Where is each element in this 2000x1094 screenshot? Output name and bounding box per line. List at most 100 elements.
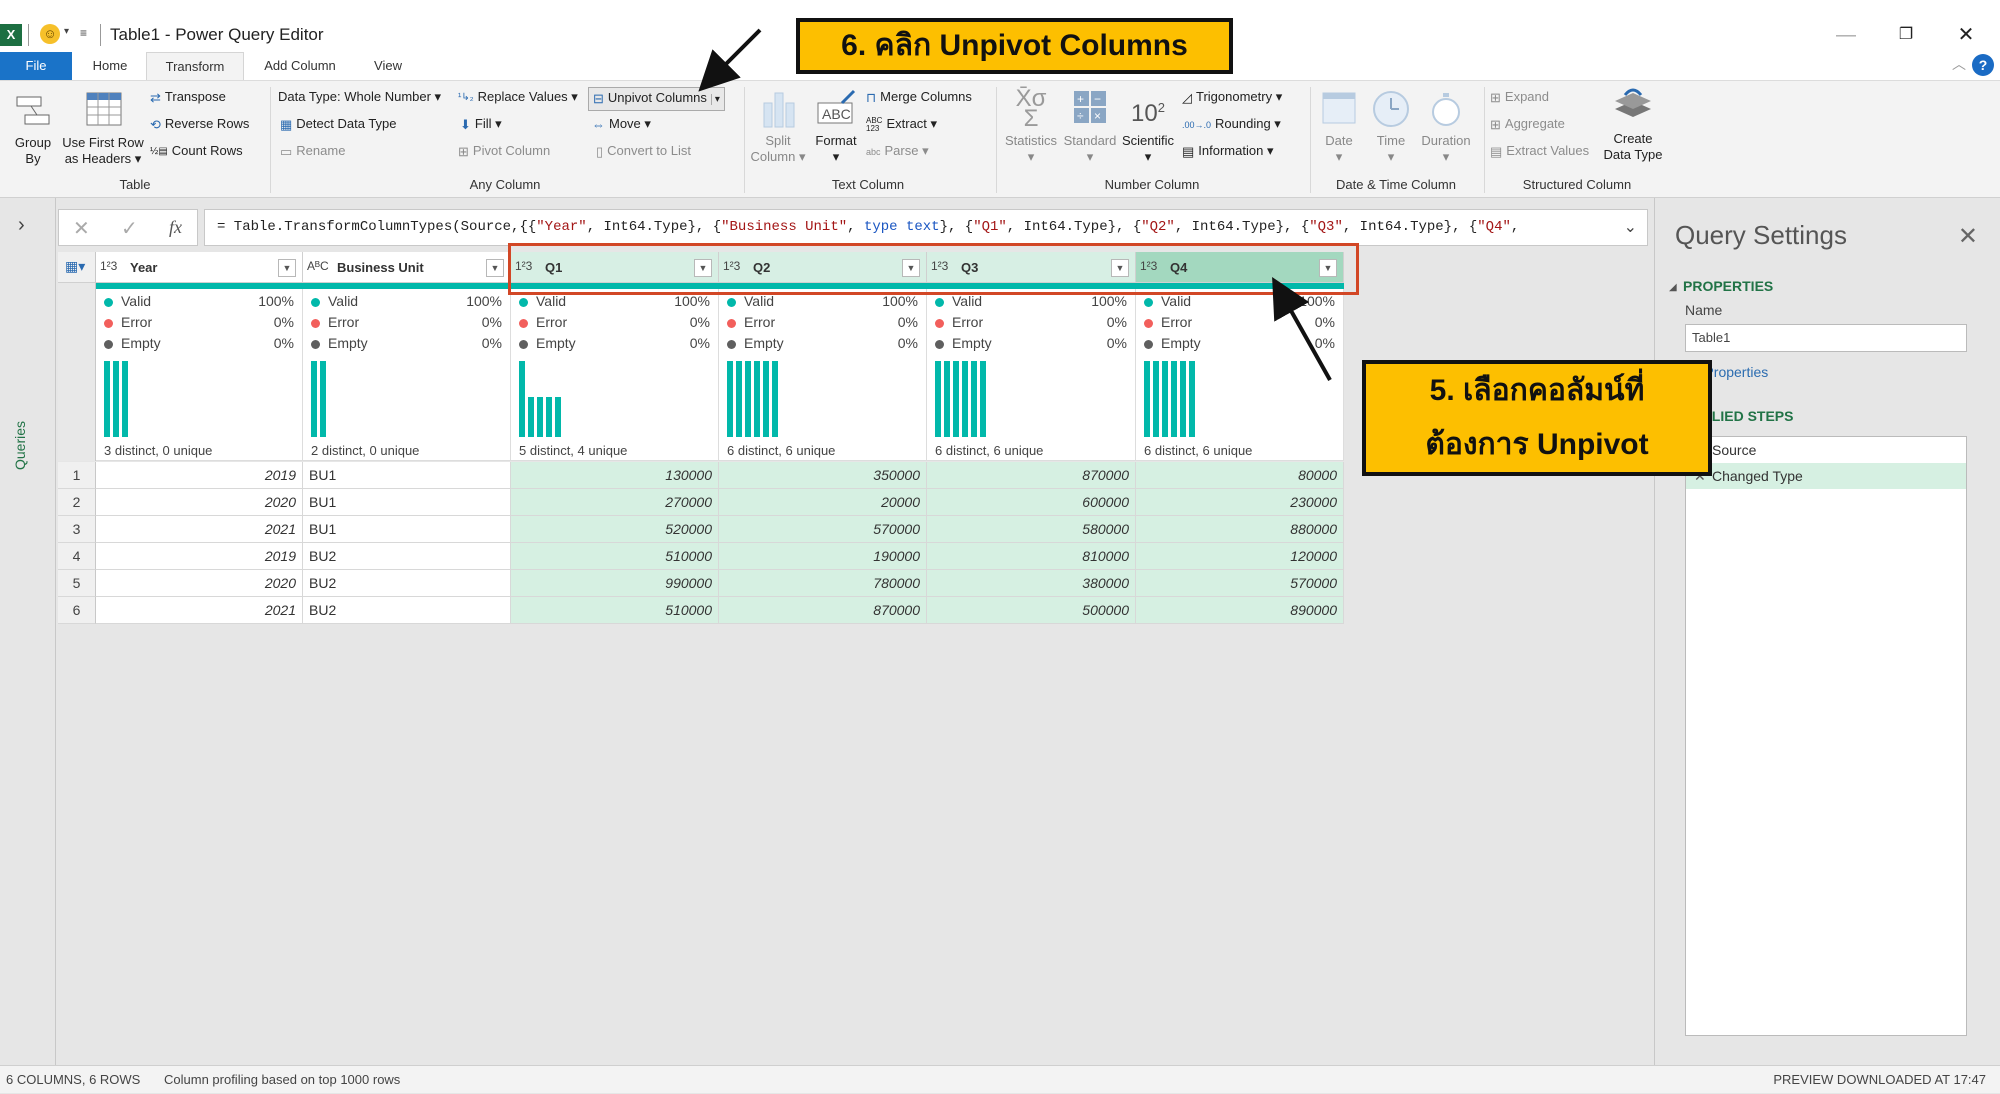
row-number[interactable]: 2: [58, 489, 96, 516]
expand-queries-icon[interactable]: ›: [18, 214, 25, 237]
table-cell[interactable]: 990000: [511, 570, 719, 597]
histogram-bar[interactable]: [537, 397, 543, 437]
histogram-bar[interactable]: [745, 361, 751, 437]
histogram-bar[interactable]: [528, 397, 534, 437]
profile-empty[interactable]: Empty 0%: [727, 335, 918, 355]
tab-transform[interactable]: Transform: [146, 52, 244, 81]
histogram-bar[interactable]: [320, 361, 326, 437]
profile-empty[interactable]: Empty 0%: [104, 335, 294, 355]
row-number[interactable]: 6: [58, 597, 96, 624]
convert-to-list-button[interactable]: ▯ Convert to List: [596, 143, 691, 160]
extract-values-button[interactable]: ▤ Extract Values: [1490, 143, 1589, 160]
pivot-column-button[interactable]: ⊞ Pivot Column: [458, 143, 550, 160]
expand-formula-icon[interactable]: ⌄: [1624, 210, 1637, 245]
table-cell[interactable]: 880000: [1136, 516, 1344, 543]
profile-error[interactable]: Error 0%: [935, 314, 1127, 334]
column-header-business-unit[interactable]: AᴮC Business Unit ▼: [303, 252, 511, 283]
type-icon[interactable]: 1²3: [100, 259, 117, 273]
table-cell[interactable]: 510000: [511, 597, 719, 624]
histogram-bar[interactable]: [555, 397, 561, 437]
profiling-note[interactable]: Column profiling based on top 1000 rows: [164, 1066, 400, 1094]
row-number[interactable]: 5: [58, 570, 96, 597]
cancel-icon[interactable]: ✕: [73, 216, 90, 241]
minimize-button[interactable]: —: [1826, 20, 1866, 50]
histogram-bar[interactable]: [1144, 361, 1150, 437]
histogram-bar[interactable]: [1180, 361, 1186, 437]
table-cell[interactable]: 570000: [719, 516, 927, 543]
row-number[interactable]: 1: [58, 462, 96, 489]
histogram-bar[interactable]: [962, 361, 968, 437]
row-number[interactable]: 3: [58, 516, 96, 543]
fill-button[interactable]: ⬇ Fill ▾: [460, 116, 502, 133]
table-cell[interactable]: BU1: [303, 489, 511, 516]
column-header-year[interactable]: 1²3 Year ▼: [96, 252, 303, 283]
table-cell[interactable]: 120000: [1136, 543, 1344, 570]
table-cell[interactable]: 380000: [927, 570, 1136, 597]
table-cell[interactable]: 2019: [96, 543, 303, 570]
table-cell[interactable]: 510000: [511, 543, 719, 570]
histogram-bar[interactable]: [953, 361, 959, 437]
tab-add-column[interactable]: Add Column: [250, 52, 350, 80]
merge-columns-button[interactable]: ⊓ Merge Columns: [866, 89, 972, 106]
profile-empty[interactable]: Empty 0%: [1144, 335, 1335, 355]
histogram-bar[interactable]: [1153, 361, 1159, 437]
feedback-dropdown-icon[interactable]: ▾: [64, 26, 69, 37]
type-icon[interactable]: AᴮC: [307, 259, 329, 273]
statistics-button[interactable]: X̄σ Σ Statistics ▾: [1002, 87, 1060, 165]
histogram-bar[interactable]: [944, 361, 950, 437]
table-cell[interactable]: 780000: [719, 570, 927, 597]
tab-home[interactable]: Home: [76, 52, 144, 80]
profile-error[interactable]: Error 0%: [104, 314, 294, 334]
format-button[interactable]: ABC Format ▾: [810, 89, 862, 165]
profile-empty[interactable]: Empty 0%: [311, 335, 502, 355]
table-cell[interactable]: BU2: [303, 570, 511, 597]
histogram-bar[interactable]: [113, 361, 119, 437]
table-cell[interactable]: 80000: [1136, 462, 1344, 489]
date-button[interactable]: Date ▾: [1316, 89, 1362, 165]
table-cell[interactable]: 2019: [96, 462, 303, 489]
filter-dropdown-icon[interactable]: ▼: [486, 259, 504, 277]
customize-quick-access-icon[interactable]: ≡: [80, 26, 87, 40]
table-cell[interactable]: 580000: [927, 516, 1136, 543]
profile-valid[interactable]: Valid 100%: [519, 293, 710, 313]
row-number[interactable]: 4: [58, 543, 96, 570]
histogram-bar[interactable]: [122, 361, 128, 437]
tab-view[interactable]: View: [356, 52, 420, 80]
histogram-bar[interactable]: [971, 361, 977, 437]
expand-button[interactable]: ⊞ Expand: [1490, 89, 1549, 106]
extract-button[interactable]: ABC 123 Extract ▾: [866, 116, 937, 133]
table-cell[interactable]: BU2: [303, 543, 511, 570]
unpivot-columns-button[interactable]: ⊟ Unpivot Columns ▾: [588, 87, 725, 111]
histogram-bar[interactable]: [104, 361, 110, 437]
scientific-button[interactable]: 102 Scientific ▾: [1120, 89, 1176, 165]
information-button[interactable]: ▤ Information ▾: [1182, 143, 1273, 160]
fx-icon[interactable]: fx: [169, 217, 182, 238]
table-cell[interactable]: 500000: [927, 597, 1136, 624]
profile-valid[interactable]: Valid 100%: [935, 293, 1127, 313]
parse-button[interactable]: abc Parse ▾: [866, 143, 929, 159]
use-first-row-headers-button[interactable]: Use First Row as Headers ▾: [60, 91, 146, 167]
histogram-bar[interactable]: [546, 397, 552, 437]
table-cell[interactable]: BU2: [303, 597, 511, 624]
step-source[interactable]: Source: [1686, 437, 1966, 463]
profile-empty[interactable]: Empty 0%: [935, 335, 1127, 355]
table-menu-button[interactable]: ▦▾: [58, 252, 96, 283]
histogram-bar[interactable]: [736, 361, 742, 437]
profile-valid[interactable]: Valid 100%: [104, 293, 294, 313]
histogram-bar[interactable]: [935, 361, 941, 437]
data-type-dropdown[interactable]: Data Type: Whole Number ▾: [278, 89, 441, 105]
filter-dropdown-icon[interactable]: ▼: [278, 259, 296, 277]
duration-button[interactable]: Duration ▾: [1418, 89, 1474, 165]
rename-button[interactable]: ▭ Rename: [280, 143, 345, 160]
profile-empty[interactable]: Empty 0%: [519, 335, 710, 355]
histogram-bar[interactable]: [763, 361, 769, 437]
table-cell[interactable]: BU1: [303, 516, 511, 543]
create-data-type-button[interactable]: Create Data Type: [1598, 87, 1668, 163]
commit-icon[interactable]: ✓: [121, 216, 138, 241]
close-pane-icon[interactable]: ✕: [1958, 222, 1978, 251]
tab-file[interactable]: File: [0, 52, 72, 80]
restore-button[interactable]: ❐: [1886, 20, 1926, 50]
table-cell[interactable]: 570000: [1136, 570, 1344, 597]
profile-error[interactable]: Error 0%: [727, 314, 918, 334]
table-cell[interactable]: 2020: [96, 489, 303, 516]
